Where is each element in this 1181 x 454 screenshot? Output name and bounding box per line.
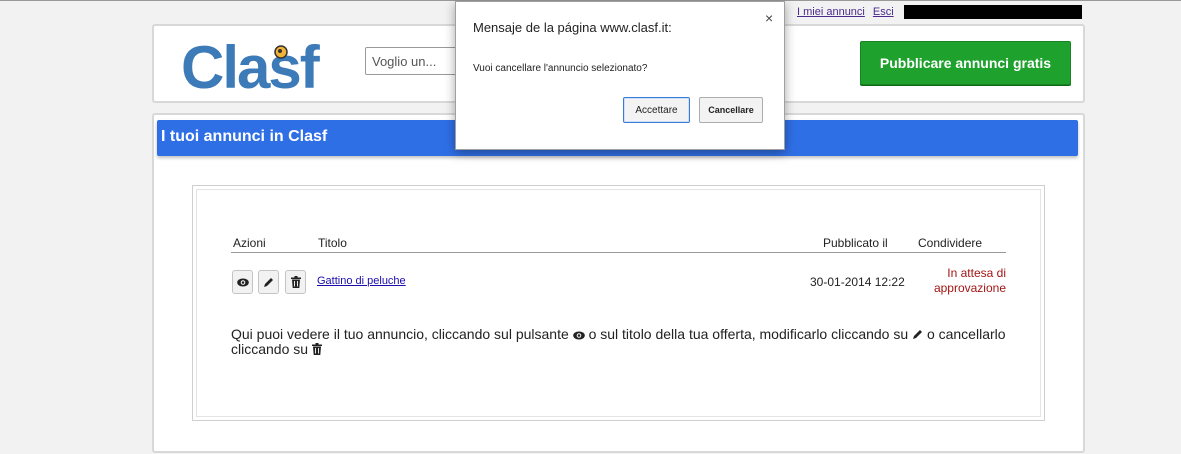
- close-icon[interactable]: ×: [765, 10, 773, 26]
- accept-button[interactable]: Accettare: [623, 97, 690, 123]
- svg-text:Clasf: Clasf: [181, 34, 321, 101]
- pencil-icon: [913, 330, 923, 339]
- edit-ad-button[interactable]: [258, 270, 279, 294]
- publish-ads-button[interactable]: Pubblicare annunci gratis: [860, 41, 1071, 85]
- help-text-part1: Qui puoi vedere il tuo annuncio, cliccan…: [231, 326, 569, 342]
- pencil-icon: [264, 277, 273, 287]
- clasf-logo-mark: Clasf: [181, 34, 323, 101]
- help-text-part2: o sul titolo della tua offerta, modifica…: [588, 326, 909, 342]
- cancel-button[interactable]: Cancellare: [699, 97, 763, 123]
- my-ads-link[interactable]: I miei annunci: [797, 6, 865, 18]
- col-header-title: Titolo: [318, 236, 347, 250]
- trash-icon: [290, 276, 301, 288]
- ad-status-badge: In attesa di approvazione: [933, 266, 1006, 295]
- help-text: Qui puoi vedere il tuo annuncio, cliccan…: [231, 327, 1011, 357]
- table-header-divider: [231, 252, 1006, 253]
- dialog-message: Vuoi cancellare l'annuncio selezionato?: [473, 63, 648, 74]
- top-links: I miei annunci Esci: [797, 5, 1082, 19]
- logout-link[interactable]: Esci: [873, 6, 894, 18]
- redacted-username: [903, 5, 1082, 19]
- ads-table-container: [192, 185, 1045, 421]
- delete-ad-button[interactable]: [285, 270, 306, 294]
- ad-title-link[interactable]: Gattino di peluche: [317, 275, 406, 287]
- confirm-dialog: Mensaje de la página www.clasf.it: × Vuo…: [455, 1, 785, 150]
- col-header-actions: Azioni: [233, 236, 266, 250]
- ad-published-date: 30-01-2014 12:22: [810, 275, 905, 289]
- dialog-title: Mensaje de la página www.clasf.it:: [473, 20, 672, 35]
- col-header-published: Pubblicato il: [823, 236, 888, 250]
- eye-icon: [572, 331, 585, 340]
- trash-icon: [311, 343, 322, 355]
- view-ad-button[interactable]: [232, 270, 253, 294]
- col-header-share: Condividere: [918, 236, 983, 250]
- section-title: I tuoi annunci in Clasf: [161, 128, 328, 145]
- eye-icon: [236, 278, 249, 286]
